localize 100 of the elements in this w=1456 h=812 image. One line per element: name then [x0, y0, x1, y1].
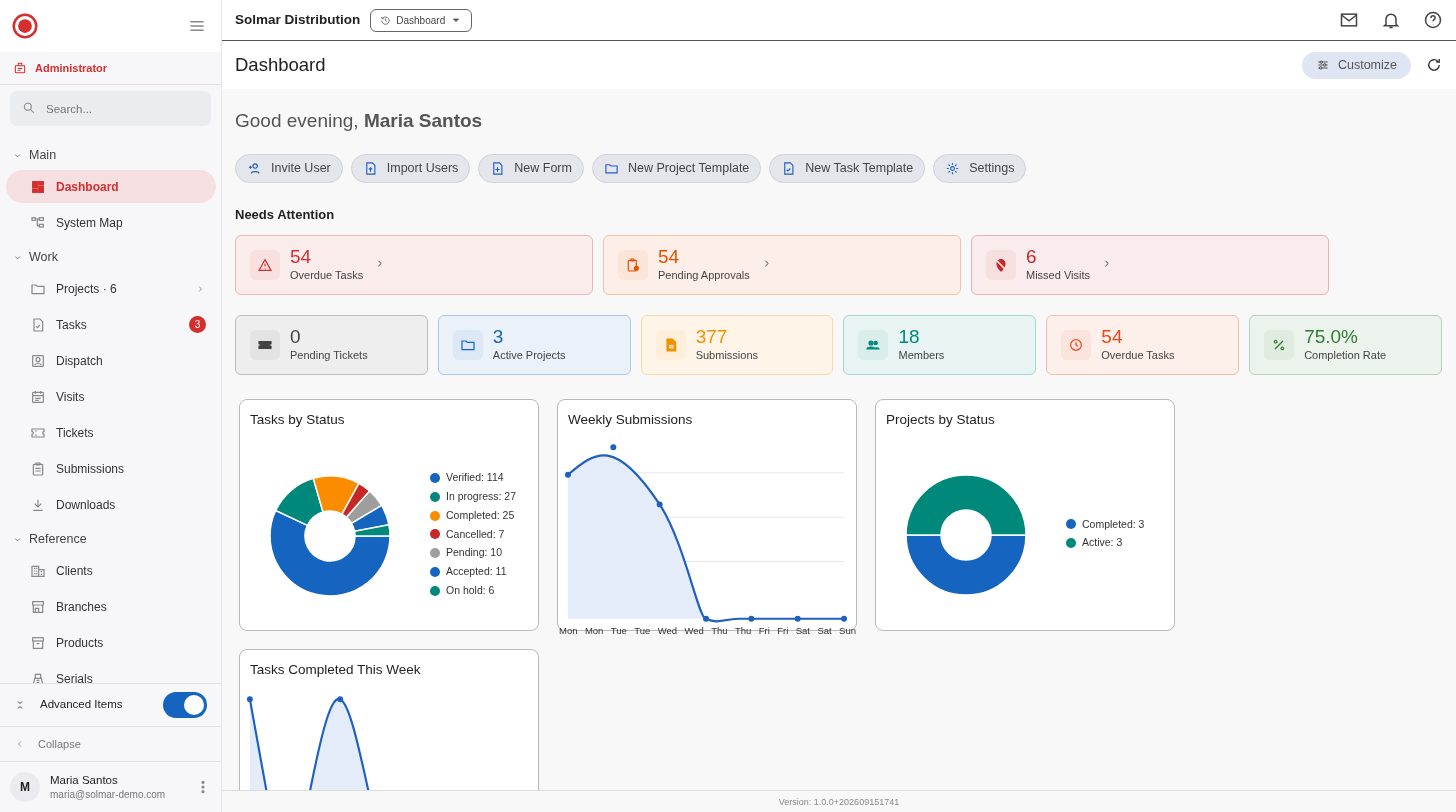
clock-icon — [1068, 337, 1085, 353]
alert-card[interactable]: 6 Missed Visits — [971, 235, 1329, 295]
alert-card[interactable]: 54 Pending Approvals — [603, 235, 961, 295]
section-header[interactable]: Main — [0, 140, 221, 170]
diagram-icon — [30, 214, 46, 231]
nav-item[interactable]: System Map — [6, 206, 216, 239]
action-button[interactable]: Invite User — [235, 153, 343, 183]
count-value: 377 — [695, 326, 729, 347]
document-icon — [30, 316, 46, 333]
archive-box-icon — [30, 634, 46, 651]
data-point — [703, 616, 709, 622]
storefront-icon — [30, 598, 46, 615]
axis-label: Fri — [758, 624, 770, 639]
count-value: 54 — [658, 246, 681, 267]
chart-title: Projects by Status — [886, 411, 996, 429]
action-button[interactable]: New Form — [478, 153, 584, 183]
clipboard-icon — [30, 460, 46, 477]
card-label: Pending Approvals — [658, 267, 750, 283]
avatar: M — [10, 772, 40, 802]
count-badge: 3 — [189, 316, 206, 333]
axis-label: Sat — [795, 624, 810, 639]
data-point — [748, 616, 755, 622]
axis-label: Wed — [657, 624, 678, 639]
card-label: Missed Visits — [1026, 267, 1090, 283]
legend-label: Completed: 25 — [446, 507, 515, 523]
nav-item[interactable]: Serials — [6, 662, 216, 683]
id-badge-icon — [13, 61, 27, 75]
card-label: Members — [898, 347, 945, 363]
axis-label: Thu — [735, 624, 752, 639]
action-button[interactable]: Settings — [933, 153, 1027, 183]
nav-item[interactable]: Dashboard — [6, 170, 216, 203]
user-add-icon — [247, 160, 262, 176]
card-label: Overdue Tasks — [290, 267, 364, 283]
user-name: Maria Santos — [50, 773, 119, 788]
legend-label: Completed: 3 — [1082, 516, 1145, 532]
chart-title: Tasks Completed This Week — [250, 661, 422, 679]
calendar-icon — [30, 388, 46, 405]
axis-label: Tue — [634, 624, 651, 639]
legend-label: In progress: 27 — [446, 489, 517, 504]
clipboard-alert-icon — [625, 257, 641, 273]
nav-item[interactable]: Submissions — [6, 452, 216, 485]
section-label: Main — [29, 146, 57, 164]
sliders-icon — [1315, 58, 1330, 72]
data-point — [565, 472, 571, 478]
nav-item[interactable]: Tickets — [6, 416, 216, 449]
nav-item[interactable]: Projects · 6 — [6, 272, 216, 305]
history-icon — [380, 14, 392, 26]
role-label: Administrator — [35, 60, 108, 76]
greeting-text: Good evening, Maria Santos — [235, 109, 484, 133]
section-heading: Needs Attention — [235, 205, 336, 224]
action-button[interactable]: New Task Template — [769, 153, 926, 183]
nav-item[interactable]: Tasks 3 — [6, 308, 216, 341]
action-button[interactable]: Import Users — [350, 153, 471, 183]
nav-item[interactable]: Products — [6, 626, 216, 659]
section-label: Reference — [29, 530, 87, 548]
data-point — [656, 501, 663, 508]
toggle-label: Advanced Items — [40, 697, 123, 713]
card-label: Active Projects — [492, 347, 566, 363]
nav-item[interactable]: Dispatch — [6, 344, 216, 377]
nav-item[interactable]: Visits — [6, 380, 216, 413]
section-header[interactable]: Reference — [0, 524, 221, 554]
card-label: Submissions — [695, 347, 758, 363]
help-icon[interactable] — [1423, 10, 1443, 30]
refresh-icon[interactable] — [1425, 56, 1443, 74]
search-icon — [22, 101, 36, 115]
count-value: 54 — [1101, 326, 1124, 347]
page-title: Dashboard — [235, 53, 326, 78]
folder-icon — [459, 337, 476, 353]
card-label: Overdue Tasks — [1101, 347, 1175, 363]
legend-label: Pending: 10 — [446, 545, 503, 561]
legend-label: Cancelled: 7 — [446, 526, 505, 542]
legend-label: Active: 3 — [1082, 535, 1123, 551]
app-title: Solmar Distribution — [235, 10, 361, 29]
nav-item[interactable]: Branches — [6, 590, 216, 623]
action-button[interactable]: New Project Template — [591, 153, 762, 183]
section-header[interactable]: Work — [0, 242, 221, 272]
data-point — [337, 696, 344, 703]
legend-label: Verified: 114 — [446, 470, 504, 486]
warning-icon — [257, 257, 273, 273]
data-point — [841, 616, 847, 622]
card-label: Pending Tickets — [290, 347, 368, 363]
count-value: 54 — [290, 246, 313, 267]
toggle-switch[interactable] — [163, 692, 207, 718]
count-value: 18 — [898, 326, 921, 347]
contact-card-icon — [30, 352, 46, 369]
data-point — [246, 696, 253, 703]
nav-item[interactable]: Clients — [6, 554, 216, 587]
axis-label: Thu — [711, 624, 728, 639]
file-plus-icon — [490, 160, 506, 176]
alert-card[interactable]: 54 Overdue Tasks — [235, 235, 593, 295]
count-value: 3 — [492, 326, 505, 347]
axis-label: Wed — [684, 624, 704, 639]
section-label: Work — [29, 248, 58, 266]
nav-item[interactable]: Downloads — [6, 488, 216, 521]
search-field[interactable]: Search... — [10, 91, 211, 126]
axis-label: Fri — [777, 624, 789, 639]
customize-button[interactable]: Customize — [1301, 51, 1411, 79]
mail-icon[interactable] — [1339, 10, 1359, 30]
view-dropdown[interactable]: Dashboard — [370, 8, 473, 32]
collapse-button[interactable]: Collapse — [0, 727, 221, 762]
